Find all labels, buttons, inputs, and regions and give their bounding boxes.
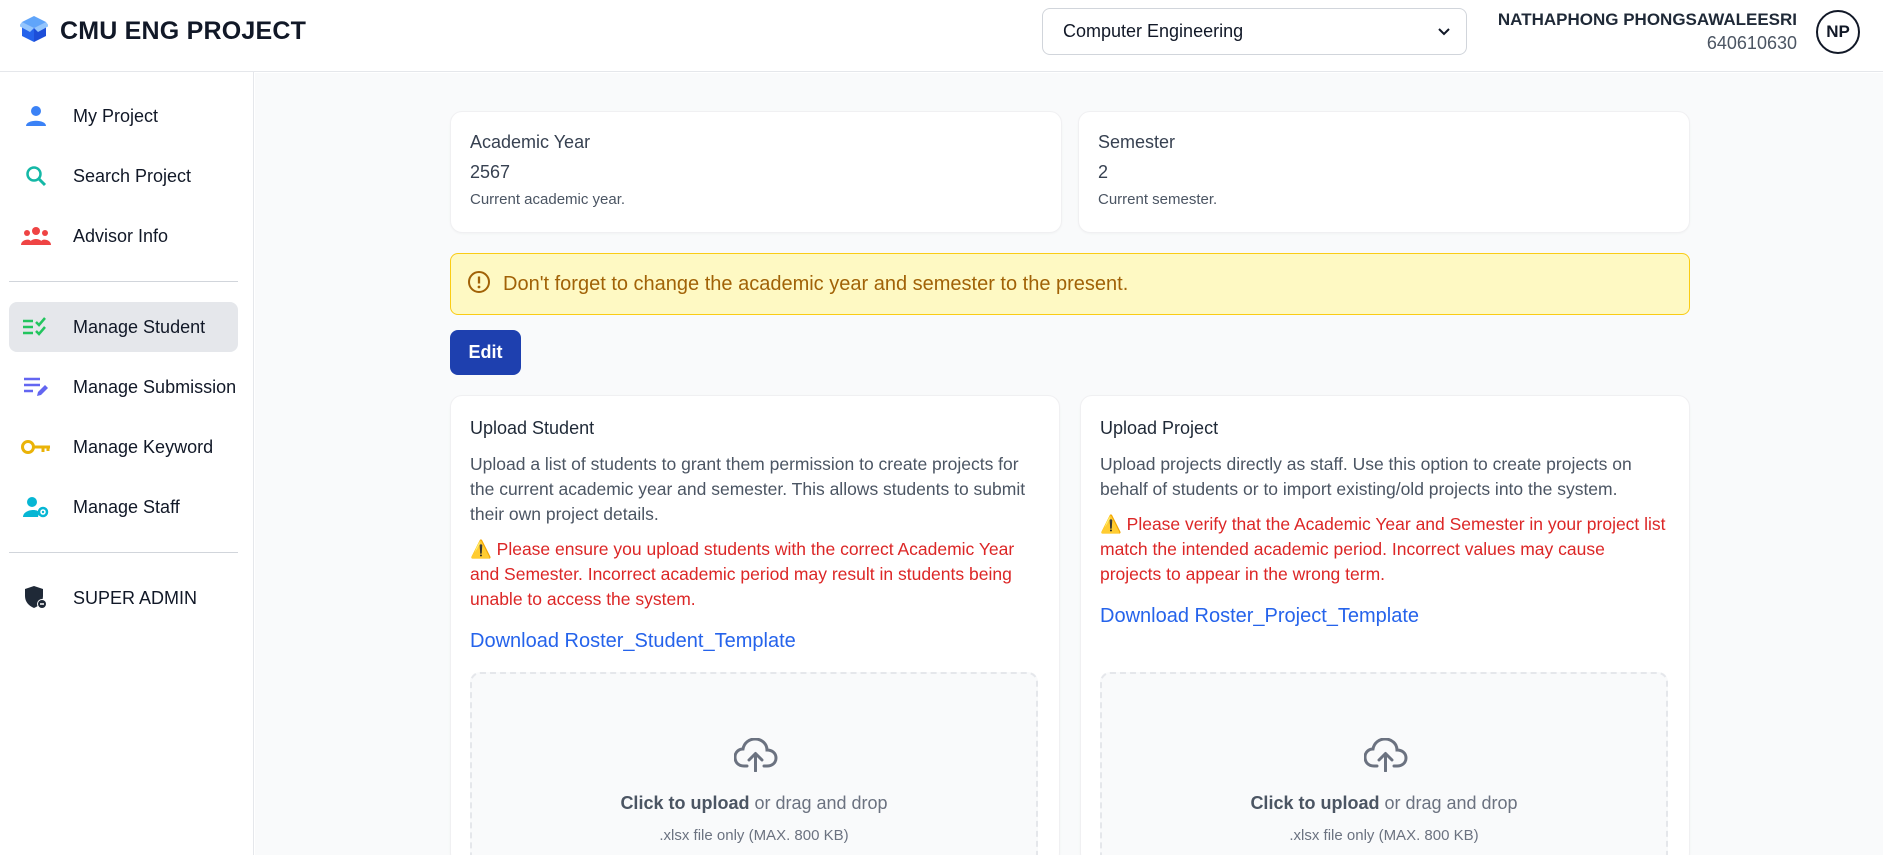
upload-project-file-note: .xlsx file only (MAX. 800 KB): [1289, 827, 1479, 844]
alert-circle-icon: [467, 270, 491, 299]
academic-period-alert: Don't forget to change the academic year…: [450, 253, 1690, 315]
upload-student-description: Upload a list of students to grant them …: [470, 454, 1026, 524]
sidebar-item-label: Manage Student: [73, 316, 206, 337]
upload-student-file-note: .xlsx file only (MAX. 800 KB): [659, 827, 849, 844]
sidebar-item-search-project[interactable]: Search Project: [9, 151, 238, 201]
user-gear-icon: [19, 494, 53, 520]
top-header: CMU ENG PROJECT Computer Engineering NAT…: [0, 0, 1883, 72]
cloud-upload-icon: [733, 737, 778, 777]
key-icon: [19, 434, 53, 460]
avatar[interactable]: NP: [1816, 10, 1860, 54]
sidebar-divider: [9, 552, 238, 553]
sidebar-item-label: SUPER ADMIN: [73, 587, 198, 608]
drag-drop-text: or drag and drop: [749, 793, 888, 813]
upload-student-warning: ⚠️ Please ensure you upload students wit…: [470, 539, 1015, 609]
upload-student-dropzone[interactable]: Click to upload or drag and drop .xlsx f…: [470, 672, 1038, 855]
user-id: 640610630: [1706, 33, 1797, 53]
department-select[interactable]: Computer Engineering: [1042, 8, 1467, 55]
shield-icon: [19, 585, 53, 611]
checklist-icon: [19, 314, 53, 340]
academic-year-value: 2567: [470, 162, 511, 182]
semester-title: Semester: [1098, 132, 1176, 152]
sidebar-item-manage-keyword[interactable]: Manage Keyword: [9, 422, 238, 472]
brand[interactable]: CMU ENG PROJECT: [19, 14, 307, 49]
chevron-down-icon: [1436, 23, 1452, 44]
department-select-value: Computer Engineering: [1063, 21, 1244, 41]
semester-card: Semester 2 Current semester.: [1078, 111, 1690, 233]
sidebar-item-manage-staff[interactable]: Manage Staff: [9, 482, 238, 532]
upload-student-title: Upload Student: [470, 418, 595, 438]
download-project-template-link[interactable]: Download Roster_Project_Template: [1100, 605, 1419, 628]
sidebar-divider: [9, 281, 238, 282]
sidebar-item-label: My Project: [73, 105, 159, 126]
cloud-upload-icon: [1363, 737, 1408, 777]
search-icon: [19, 163, 53, 189]
upload-project-prompt: Click to upload or drag and drop: [1102, 793, 1666, 814]
sidebar-item-advisor-info[interactable]: Advisor Info: [9, 211, 238, 261]
alert-text: Don't forget to change the academic year…: [503, 272, 1129, 295]
users-group-icon: [19, 223, 53, 249]
semester-description: Current semester.: [1098, 191, 1218, 208]
box-logo-icon: [19, 14, 49, 49]
upload-project-title: Upload Project: [1100, 418, 1219, 438]
sidebar-item-label: Manage Keyword: [73, 436, 214, 457]
download-student-template-link[interactable]: Download Roster_Student_Template: [470, 630, 796, 653]
sidebar-item-label: Advisor Info: [73, 225, 169, 246]
user-icon: [19, 103, 53, 129]
sidebar-item-label: Manage Staff: [73, 496, 180, 517]
academic-year-card: Academic Year 2567 Current academic year…: [450, 111, 1062, 233]
upload-student-prompt: Click to upload or drag and drop: [472, 793, 1036, 814]
upload-project-dropzone[interactable]: Click to upload or drag and drop .xlsx f…: [1100, 672, 1668, 855]
academic-year-description: Current academic year.: [470, 191, 626, 208]
upload-project-description: Upload projects directly as staff. Use t…: [1100, 454, 1632, 499]
semester-value: 2: [1098, 162, 1109, 182]
sidebar-item-label: Search Project: [73, 165, 192, 186]
upload-student-card: Upload Student Upload a list of students…: [450, 395, 1060, 855]
sidebar-item-label: Manage Submission: [73, 376, 237, 397]
academic-year-title: Academic Year: [470, 132, 591, 152]
edit-list-icon: [19, 374, 53, 400]
upload-project-card: Upload Project Upload projects directly …: [1080, 395, 1690, 855]
sidebar: My Project Search Project Advisor Info M…: [0, 72, 254, 855]
brand-title: CMU ENG PROJECT: [60, 17, 307, 45]
click-to-upload-text: Click to upload: [620, 793, 750, 813]
edit-button[interactable]: Edit: [450, 330, 521, 375]
click-to-upload-text: Click to upload: [1250, 793, 1380, 813]
user-name: NATHAPHONG PHONGSAWALEESRI: [1497, 10, 1797, 29]
drag-drop-text: or drag and drop: [1379, 793, 1518, 813]
sidebar-item-super-admin[interactable]: SUPER ADMIN: [9, 573, 238, 623]
upload-project-warning: ⚠️ Please verify that the Academic Year …: [1100, 514, 1666, 584]
sidebar-item-my-project[interactable]: My Project: [9, 91, 238, 141]
sidebar-item-manage-submission[interactable]: Manage Submission: [9, 362, 238, 412]
sidebar-item-manage-student[interactable]: Manage Student: [9, 302, 238, 352]
